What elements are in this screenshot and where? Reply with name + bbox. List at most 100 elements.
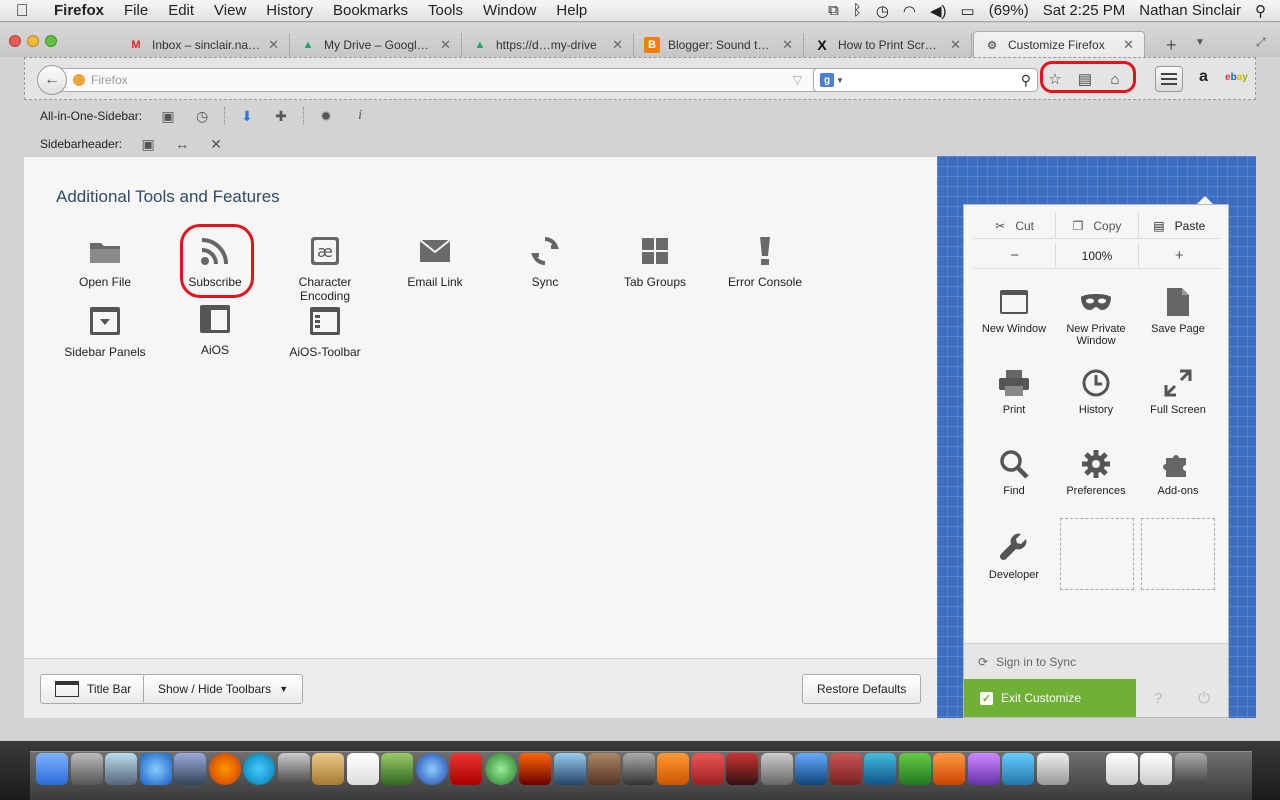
google-icon[interactable]: g [820, 73, 834, 87]
menu-window[interactable]: Window [473, 0, 546, 22]
palette-item-character-encoding[interactable]: æ Character Encoding [275, 233, 375, 303]
history-sidebar-icon[interactable]: ◷ [190, 106, 214, 126]
tab-my-drive[interactable]: ▲ My Drive – Google … ✕ [290, 33, 462, 57]
sidebar-panel-icon[interactable]: ▣ [136, 134, 160, 154]
excel-icon[interactable] [898, 753, 931, 785]
dreamweaver-icon[interactable] [381, 753, 413, 785]
search-engine-dropdown-icon[interactable]: ▼ [836, 76, 844, 85]
menu-item-full-screen[interactable]: Full Screen [1137, 366, 1219, 416]
empty-placeholder-slot[interactable] [1141, 518, 1215, 590]
url-dropdown-icon[interactable]: ▽ [793, 73, 802, 87]
document-icon[interactable] [1140, 753, 1172, 785]
wifi-icon[interactable]: ◠ [903, 2, 916, 20]
system-preferences-icon[interactable] [760, 753, 793, 785]
empty-placeholder-slot[interactable] [1060, 518, 1134, 590]
menu-history[interactable]: History [256, 0, 323, 22]
zoom-out-button[interactable]: − [974, 243, 1057, 268]
photo-booth-icon[interactable] [726, 753, 758, 785]
restore-defaults-button[interactable]: Restore Defaults [802, 674, 922, 704]
entourage-icon[interactable] [967, 753, 1000, 785]
new-tab-icon[interactable]: + [1166, 35, 1177, 56]
search-icon[interactable]: ⚲ [1021, 72, 1031, 89]
menu-item-developer[interactable]: Developer [973, 531, 1055, 581]
dashboard-icon[interactable] [105, 753, 137, 785]
app-store-icon[interactable] [139, 753, 172, 785]
menu-item-save-page[interactable]: Save Page [1137, 285, 1219, 335]
ebay-icon[interactable]: ebay [1225, 72, 1248, 83]
tab-close-icon[interactable]: ✕ [268, 37, 279, 53]
app-icon[interactable] [795, 753, 827, 785]
facetime-icon[interactable] [277, 753, 310, 785]
palette-item-aios[interactable]: AiOS [165, 301, 265, 357]
trash-icon[interactable] [1174, 753, 1207, 785]
document-icon[interactable] [1105, 753, 1138, 785]
menu-item-add-ons[interactable]: Add-ons [1137, 447, 1219, 497]
powerpoint-icon[interactable] [933, 753, 965, 785]
skype-icon[interactable] [243, 753, 275, 785]
downloads-icon[interactable]: ⬇ [235, 106, 259, 126]
copy-button[interactable]: ❐ Copy [1056, 213, 1139, 238]
tab-how-to-print[interactable]: X How to Print Scree… ✕ [804, 33, 972, 57]
bug-icon[interactable]: ✹ [314, 106, 338, 126]
launchpad-icon[interactable] [70, 753, 103, 785]
menu-item-preferences[interactable]: Preferences [1055, 447, 1137, 497]
back-button[interactable]: ← [37, 65, 67, 95]
menu-item-find[interactable]: Find [973, 447, 1055, 497]
preview-icon[interactable] [174, 753, 206, 785]
firefox-dock-icon[interactable] [208, 753, 241, 785]
apple-icon[interactable]:  [0, 1, 44, 21]
app-icon[interactable] [829, 753, 862, 785]
tab-customize-firefox[interactable]: ⚙ Customize Firefox ✕ [973, 31, 1145, 58]
palette-item-error-console[interactable]: Error Console [715, 233, 815, 289]
resize-horizontal-icon[interactable]: ↔ [170, 134, 194, 154]
menu-edit[interactable]: Edit [158, 0, 204, 22]
bluetooth-icon[interactable]: ᛒ [853, 2, 862, 19]
zoom-window-button[interactable] [45, 35, 57, 47]
show-hide-toolbars-button[interactable]: Show / Hide Toolbars ▼ [143, 674, 304, 704]
search-bar[interactable]: g ▼ ⚲ [813, 68, 1038, 92]
tab-close-icon[interactable]: ✕ [612, 37, 623, 53]
download-icon[interactable] [691, 753, 724, 785]
palette-item-tab-groups[interactable]: Tab Groups [605, 233, 705, 289]
tab-blogger[interactable]: B Blogger: Sound the… ✕ [634, 33, 804, 57]
palette-item-sidebar-panels[interactable]: Sidebar Panels [55, 303, 155, 359]
clock[interactable]: Sat 2:25 PM [1043, 2, 1126, 19]
menu-view[interactable]: View [204, 0, 256, 22]
menu-item-history[interactable]: History [1055, 366, 1137, 416]
tab-drive-url[interactable]: ▲ https://d…my-drive ✕ [462, 33, 634, 57]
cut-button[interactable]: ✂ Cut [974, 213, 1057, 238]
fullscreen-toggle-icon[interactable]: ⤢ [1256, 35, 1266, 50]
library-icon[interactable] [588, 753, 620, 785]
amazon-icon[interactable]: a [1199, 68, 1208, 86]
menu-item-new-private-window[interactable]: New Private Window [1055, 285, 1137, 347]
tab-close-icon[interactable]: ✕ [782, 37, 793, 53]
app-icon[interactable] [484, 753, 517, 785]
user-name[interactable]: Nathan Sinclair [1139, 2, 1241, 19]
zoom-in-button[interactable]: + [1139, 243, 1220, 268]
menu-item-print[interactable]: Print [973, 366, 1055, 416]
tab-close-icon[interactable]: ✕ [950, 37, 961, 53]
vlc-icon[interactable] [657, 753, 689, 785]
screen-icon[interactable] [622, 753, 655, 785]
palette-item-open-file[interactable]: Open File [55, 233, 155, 289]
word-icon[interactable] [864, 753, 896, 785]
exit-customize-button[interactable]: ✓ Exit Customize [964, 679, 1136, 717]
finder-icon[interactable] [36, 753, 68, 785]
info-icon[interactable]: i [348, 106, 372, 126]
close-sidebar-icon[interactable]: ✕ [204, 134, 228, 154]
title-bar-button[interactable]: Title Bar [40, 674, 147, 704]
messenger-icon[interactable] [1002, 753, 1034, 785]
app-icon[interactable] [1036, 753, 1069, 785]
volume-icon[interactable]: ◀) [930, 2, 947, 20]
tab-inbox[interactable]: M Inbox – sinclair.na… ✕ [118, 33, 290, 57]
help-icon[interactable]: ? [1154, 690, 1162, 707]
menu-button[interactable] [1155, 66, 1183, 92]
tab-close-icon[interactable]: ✕ [1123, 37, 1134, 53]
spotlight-icon[interactable]: ⚲ [1255, 2, 1266, 20]
acrobat-icon[interactable] [450, 753, 482, 785]
menu-tools[interactable]: Tools [418, 0, 473, 22]
url-bar[interactable]: Firefox ▽ ↻ [61, 68, 831, 92]
itunes-icon[interactable] [415, 753, 448, 785]
time-machine-icon[interactable]: ◷ [876, 2, 889, 20]
palette-item-aios-toolbar[interactable]: AiOS-Toolbar [275, 303, 375, 359]
